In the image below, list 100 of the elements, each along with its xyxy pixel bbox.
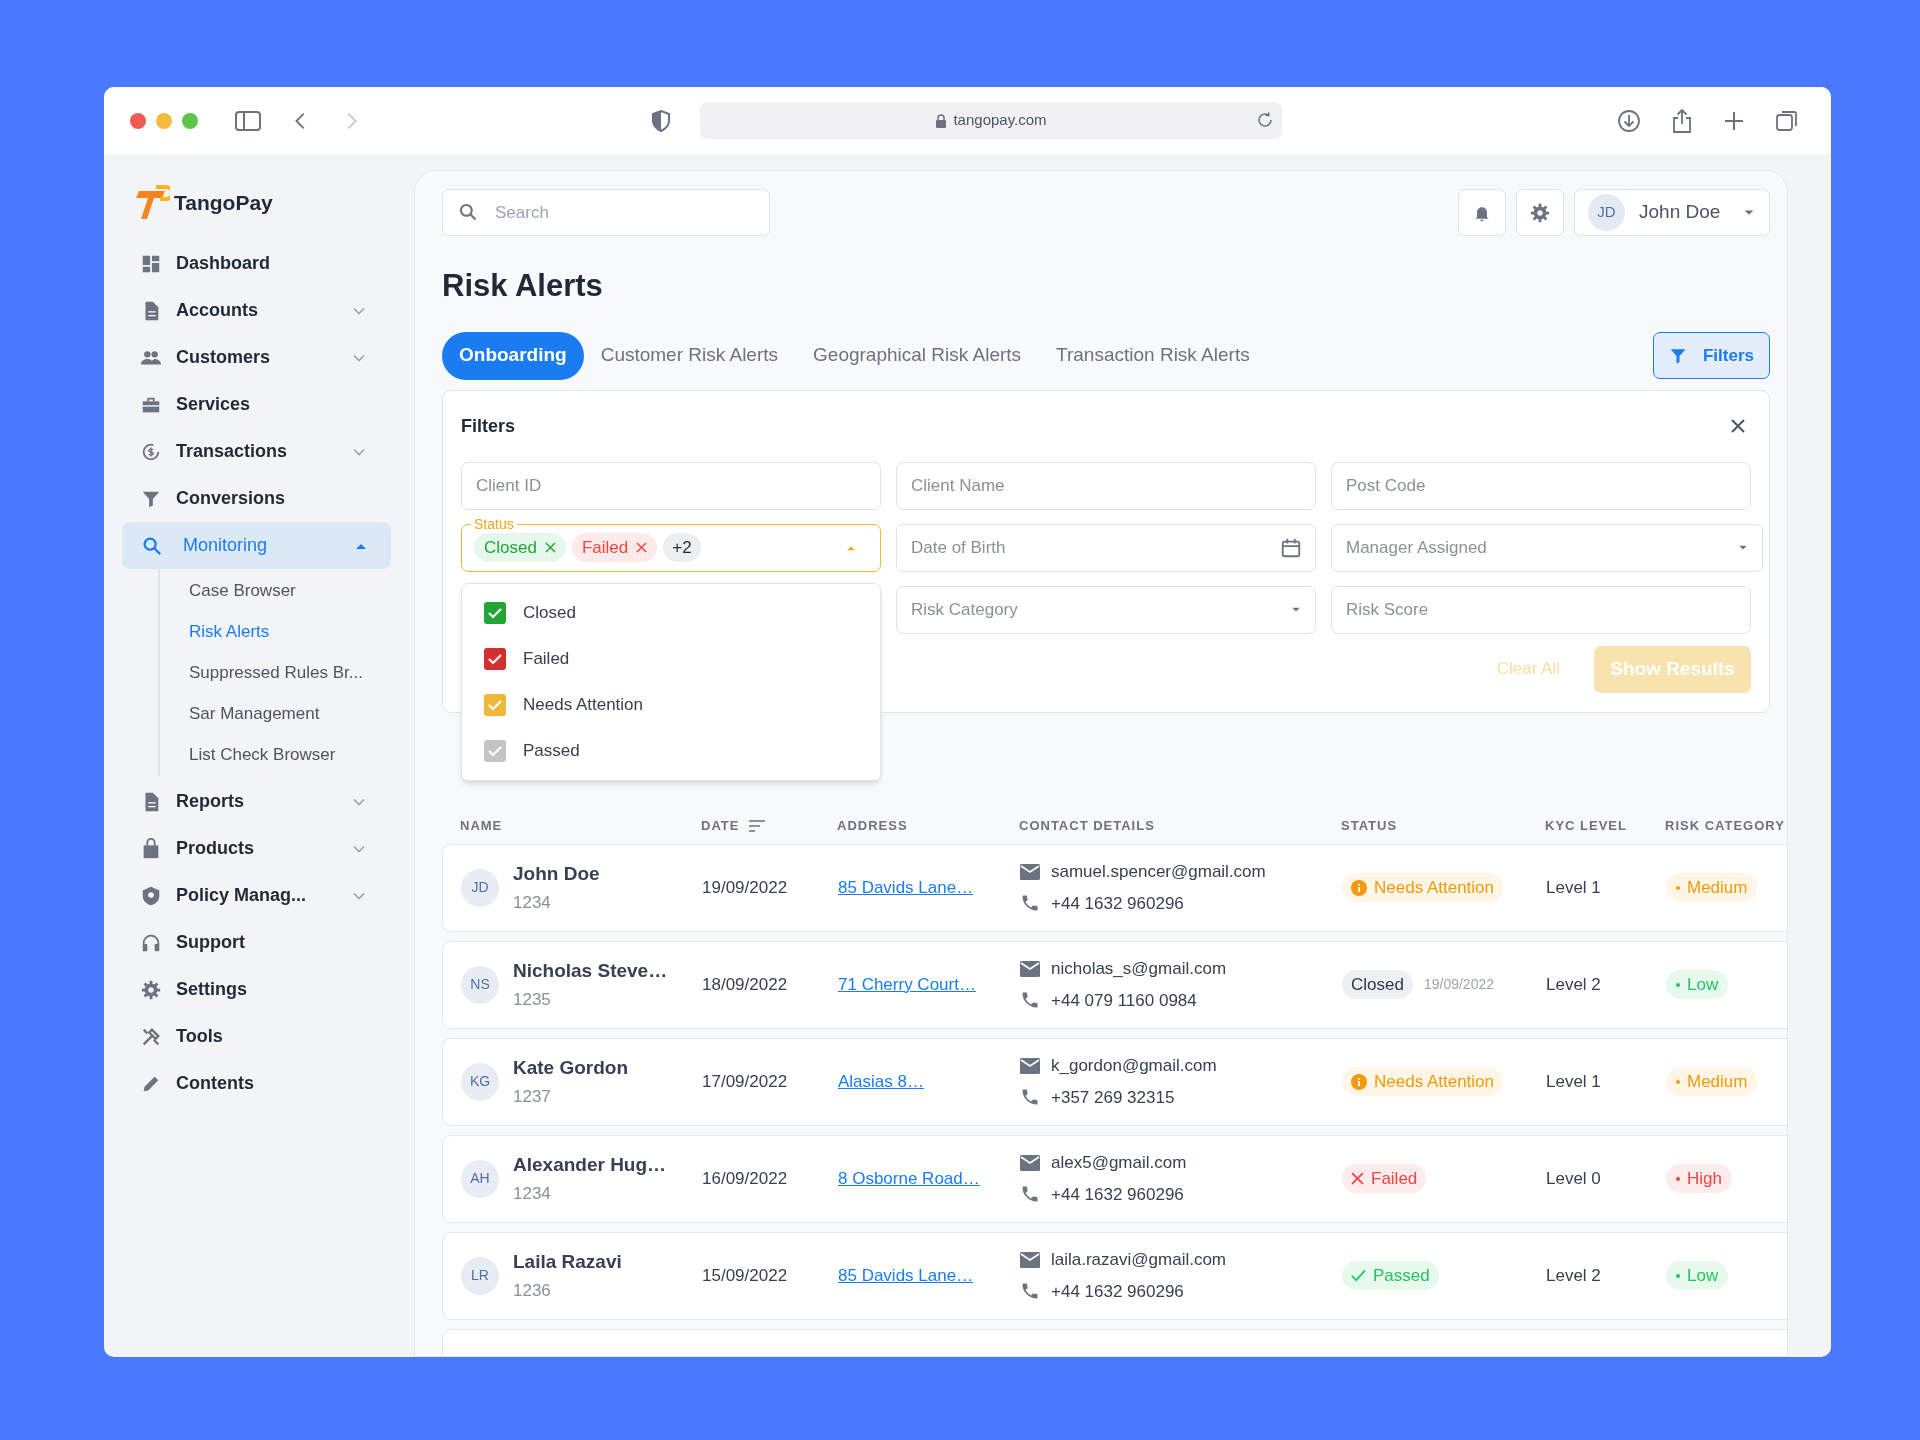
sidebar-item[interactable]: Customers [122,334,391,381]
minimize-window-button[interactable] [156,112,172,129]
email-text: k_gordon@gmail.com [1051,1055,1217,1077]
gear-icon [140,978,162,1001]
reload-icon[interactable] [1256,111,1274,129]
calendar-icon[interactable] [1280,536,1302,559]
post-code-field[interactable]: Post Code [1331,461,1751,510]
client-name: Kate Gordon [513,1055,629,1080]
client-id-field[interactable]: Client ID [461,461,881,510]
checkbox[interactable] [484,739,506,762]
new-tab-icon[interactable] [1723,109,1745,132]
client-id: 1236 [513,1280,552,1302]
user-name: John Doe [1639,200,1721,225]
submenu-item[interactable]: List Check Browser [189,734,391,775]
mail-icon [1020,1057,1040,1074]
address-bar[interactable]: tangopay.com [700,102,1282,139]
tab[interactable]: Transaction Risk Alerts [1056,331,1250,380]
sidebar-toggle-icon[interactable] [234,108,262,133]
search-field[interactable]: Search [442,189,770,236]
filters-title: Filters [461,414,516,438]
mail-icon [1020,1154,1040,1171]
status-badge: Needs Attention [1342,873,1504,902]
address-link[interactable]: 71 Cherry Court… [838,971,976,998]
address-link[interactable]: 85 Davids Lane… [838,874,974,901]
tab[interactable]: Onboarding [442,331,584,380]
checkbox[interactable] [484,647,506,670]
sidebar-item[interactable]: Settings [122,966,391,1013]
sort-icon[interactable] [749,819,766,832]
avatar: NS [461,965,499,1004]
sidebar-item[interactable]: Support [122,919,391,966]
table-row[interactable]: AH Alexander Hug… 1234 16/09/2022 8 Osborne Road… alex5@gmail.com +44 1632 960296 Failed Level 0 High [442,1134,1787,1223]
email-text: nicholas_s@gmail.com [1051,958,1227,980]
settings-button[interactable] [1516,189,1564,236]
address-link[interactable]: Alasias 8… [838,1068,924,1095]
column-header: KYC LEVEL [1545,816,1627,835]
sidebar-item[interactable]: Policy Manag... [122,872,391,919]
risk-badge: Low [1666,1261,1729,1290]
checkbox[interactable] [484,693,506,716]
shield-icon [140,884,162,907]
address-link[interactable]: 85 Davids Lane… [838,1262,974,1289]
tab[interactable]: Geographical Risk Alerts [813,331,1022,380]
status-badge: Passed [1342,1261,1439,1290]
sidebar-item[interactable]: Conversions [122,475,391,522]
sidebar-item[interactable]: Reports [122,778,391,825]
checkbox[interactable] [484,601,506,624]
client-name-field[interactable]: Client Name [896,461,1316,510]
cross-icon [1351,1172,1364,1185]
table-row[interactable]: JD John Doe 1234 19/09/2022 85 Davids Lane… samuel.spencer@gmail.com +44 1632 960296 Needs Attention Level 1 Medium [442,843,1787,932]
phone-text: +44 1632 960296 [1051,1280,1184,1303]
sidebar-item[interactable]: Dashboard [122,240,391,287]
status-option[interactable]: Failed [462,635,880,682]
client-name: Laila Razavi [513,1249,622,1274]
date-of-birth-field[interactable]: Date of Birth [896,523,1316,572]
risk-category-select[interactable]: Risk Category [896,585,1316,634]
remove-icon[interactable] [636,542,648,553]
table-row[interactable]: LR Laila Razavi 1236 15/09/2022 85 Davids Lane… laila.razavi@gmail.com +44 1632 960296 Passed Level 2 Low [442,1231,1787,1320]
share-icon[interactable] [1671,107,1693,134]
download-icon[interactable] [1617,108,1641,133]
status-option[interactable]: Closed [462,589,880,636]
table-row[interactable]: NS Nicholas Steve… 1235 18/09/2022 71 Cherry Court… nicholas_s@gmail.com +44 079 1160 0984 Closed 19/09/2022 Level 2 Low [442,940,1787,1029]
user-menu-button[interactable]: JD John Doe [1574,189,1770,236]
client-name: Alexander Hug… [513,1152,667,1177]
email-text: laila.razavi@gmail.com [1051,1249,1227,1271]
sidebar-item[interactable]: Products [122,825,391,872]
info-icon [1351,1073,1367,1090]
manager-select[interactable]: Manager Assigned [1331,523,1763,572]
date-text: 18/09/2022 [702,973,788,996]
submenu-item[interactable]: Risk Alerts [189,611,391,652]
client-id: 1237 [513,1086,552,1108]
tools-icon [140,1025,162,1048]
status-option[interactable]: Needs Attention [462,681,880,728]
status-option[interactable]: Passed [462,727,880,774]
table-row[interactable]: KG Kate Gordon 1237 17/09/2022 Alasias 8… k_gordon@gmail.com +357 269 32315 Needs Attention Level 1 Medium [442,1037,1787,1126]
more-count: +2 [663,533,701,562]
tab[interactable]: Customer Risk Alerts [600,331,779,380]
kyc-level: Level 0 [1546,1167,1601,1190]
close-window-button[interactable] [130,112,146,129]
maximize-window-button[interactable] [182,112,198,129]
sidebar-item[interactable]: Tools [122,1013,391,1060]
sidebar-item[interactable]: Accounts [122,287,391,334]
sidebar-item[interactable]: Services [122,381,391,428]
notifications-button[interactable] [1458,189,1506,236]
shield-icon[interactable] [650,108,672,133]
search-icon [458,202,478,222]
date-text: 16/09/2022 [702,1167,788,1190]
submenu-item[interactable]: Suppressed Rules Br... [189,652,391,693]
submenu-item[interactable]: Case Browser [189,570,391,611]
risk-score-field[interactable]: Risk Score [1331,585,1751,634]
sidebar-item[interactable]: Transactions [122,428,391,475]
phone-text: +44 079 1160 0984 [1051,989,1197,1012]
sidebar-item[interactable]: Contents [122,1060,391,1107]
tabs-overview-icon[interactable] [1775,108,1799,133]
status-badge: Needs Attention [1342,1067,1504,1096]
submenu-item[interactable]: Sar Management [189,693,391,734]
date-text: 19/09/2022 [702,876,788,899]
remove-icon[interactable] [544,542,556,553]
address-link[interactable]: 8 Osborne Road… [838,1165,980,1192]
close-icon[interactable] [1730,418,1746,434]
status-date: 19/09/2022 [1423,975,1494,994]
column-header: DATE [701,816,740,835]
